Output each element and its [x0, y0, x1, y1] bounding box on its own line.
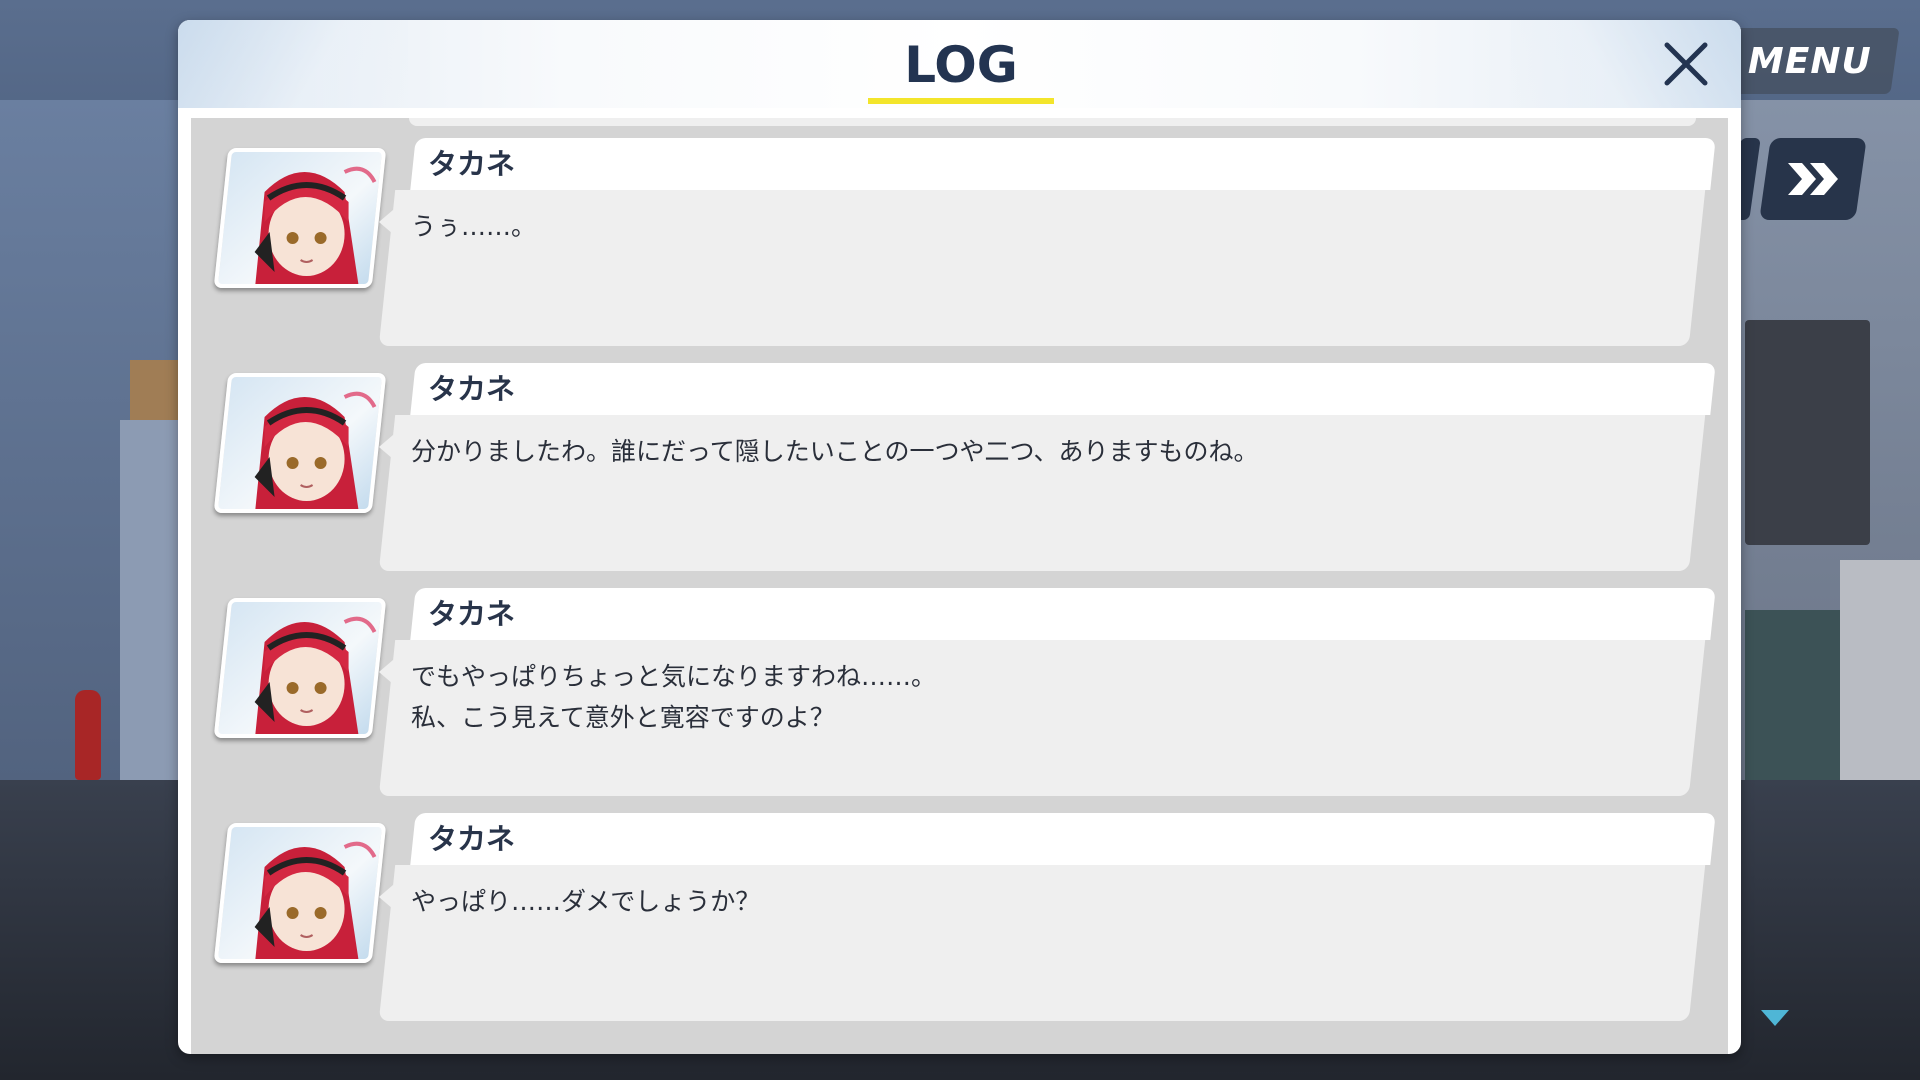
fast-forward-button[interactable] — [1759, 138, 1867, 220]
character-portrait-icon — [254, 616, 377, 738]
background-box — [130, 360, 185, 420]
background-cabinet — [1745, 610, 1845, 780]
log-header: LOG — [178, 20, 1741, 108]
message-text: 分かりましたわ。誰にだって隠したいことの一つや二つ、ありますものね。 — [411, 437, 1259, 466]
menu-button[interactable]: MENU — [1720, 28, 1900, 94]
message-text: やっぱり……ダメでしょうか？ — [411, 887, 761, 916]
message-text: うぅ……。 — [411, 212, 537, 241]
log-scroll-area[interactable]: タカネ うぅ……。 タカネ 分かりましたわ。誰にだって隠したいことの一つや二つ、… — [191, 118, 1728, 1054]
name-bar — [410, 138, 1716, 190]
character-portrait-icon — [254, 841, 377, 963]
avatar — [213, 823, 387, 963]
background-cabinet — [1840, 560, 1920, 780]
speaker-name: タカネ — [428, 822, 516, 856]
log-entry: タカネ やっぱり……ダメでしょうか？ — [191, 813, 1728, 1027]
log-entry: タカネ でもやっぱりちょっと気になりますわね……。 私、こう見えて意外と寛容です… — [191, 588, 1728, 802]
close-icon — [1664, 42, 1708, 86]
background-extinguisher — [75, 690, 101, 780]
avatar — [213, 373, 387, 513]
log-window: LOG タカネ うぅ……。 タカネ 分かりましたわ。誰にだって隠したいことの一つ… — [178, 20, 1741, 1054]
chevron-down-icon[interactable] — [1761, 1010, 1789, 1026]
name-bar — [410, 813, 1716, 865]
previous-entry-edge — [409, 118, 1696, 126]
name-bar — [410, 588, 1716, 640]
speaker-name: タカネ — [428, 597, 516, 631]
character-portrait-icon — [254, 166, 377, 288]
log-title: LOG — [904, 36, 1018, 94]
background-weapon-rack — [1745, 320, 1870, 545]
menu-label: MENU — [1748, 40, 1872, 82]
character-portrait-icon — [254, 391, 377, 513]
speaker-name: タカネ — [428, 372, 516, 406]
speaker-name: タカネ — [428, 147, 516, 181]
log-entry: タカネ うぅ……。 — [191, 138, 1728, 352]
title-underline — [868, 98, 1054, 104]
close-button[interactable] — [1656, 34, 1716, 94]
name-bar — [410, 363, 1716, 415]
avatar — [213, 148, 387, 288]
fast-forward-icon — [1788, 163, 1838, 195]
avatar — [213, 598, 387, 738]
message-text: でもやっぱりちょっと気になりますわね……。 私、こう見えて意外と寛容ですのよ？ — [411, 662, 937, 732]
log-entry: タカネ 分かりましたわ。誰にだって隠したいことの一つや二つ、ありますものね。 — [191, 363, 1728, 577]
header-decoration — [178, 20, 408, 108]
